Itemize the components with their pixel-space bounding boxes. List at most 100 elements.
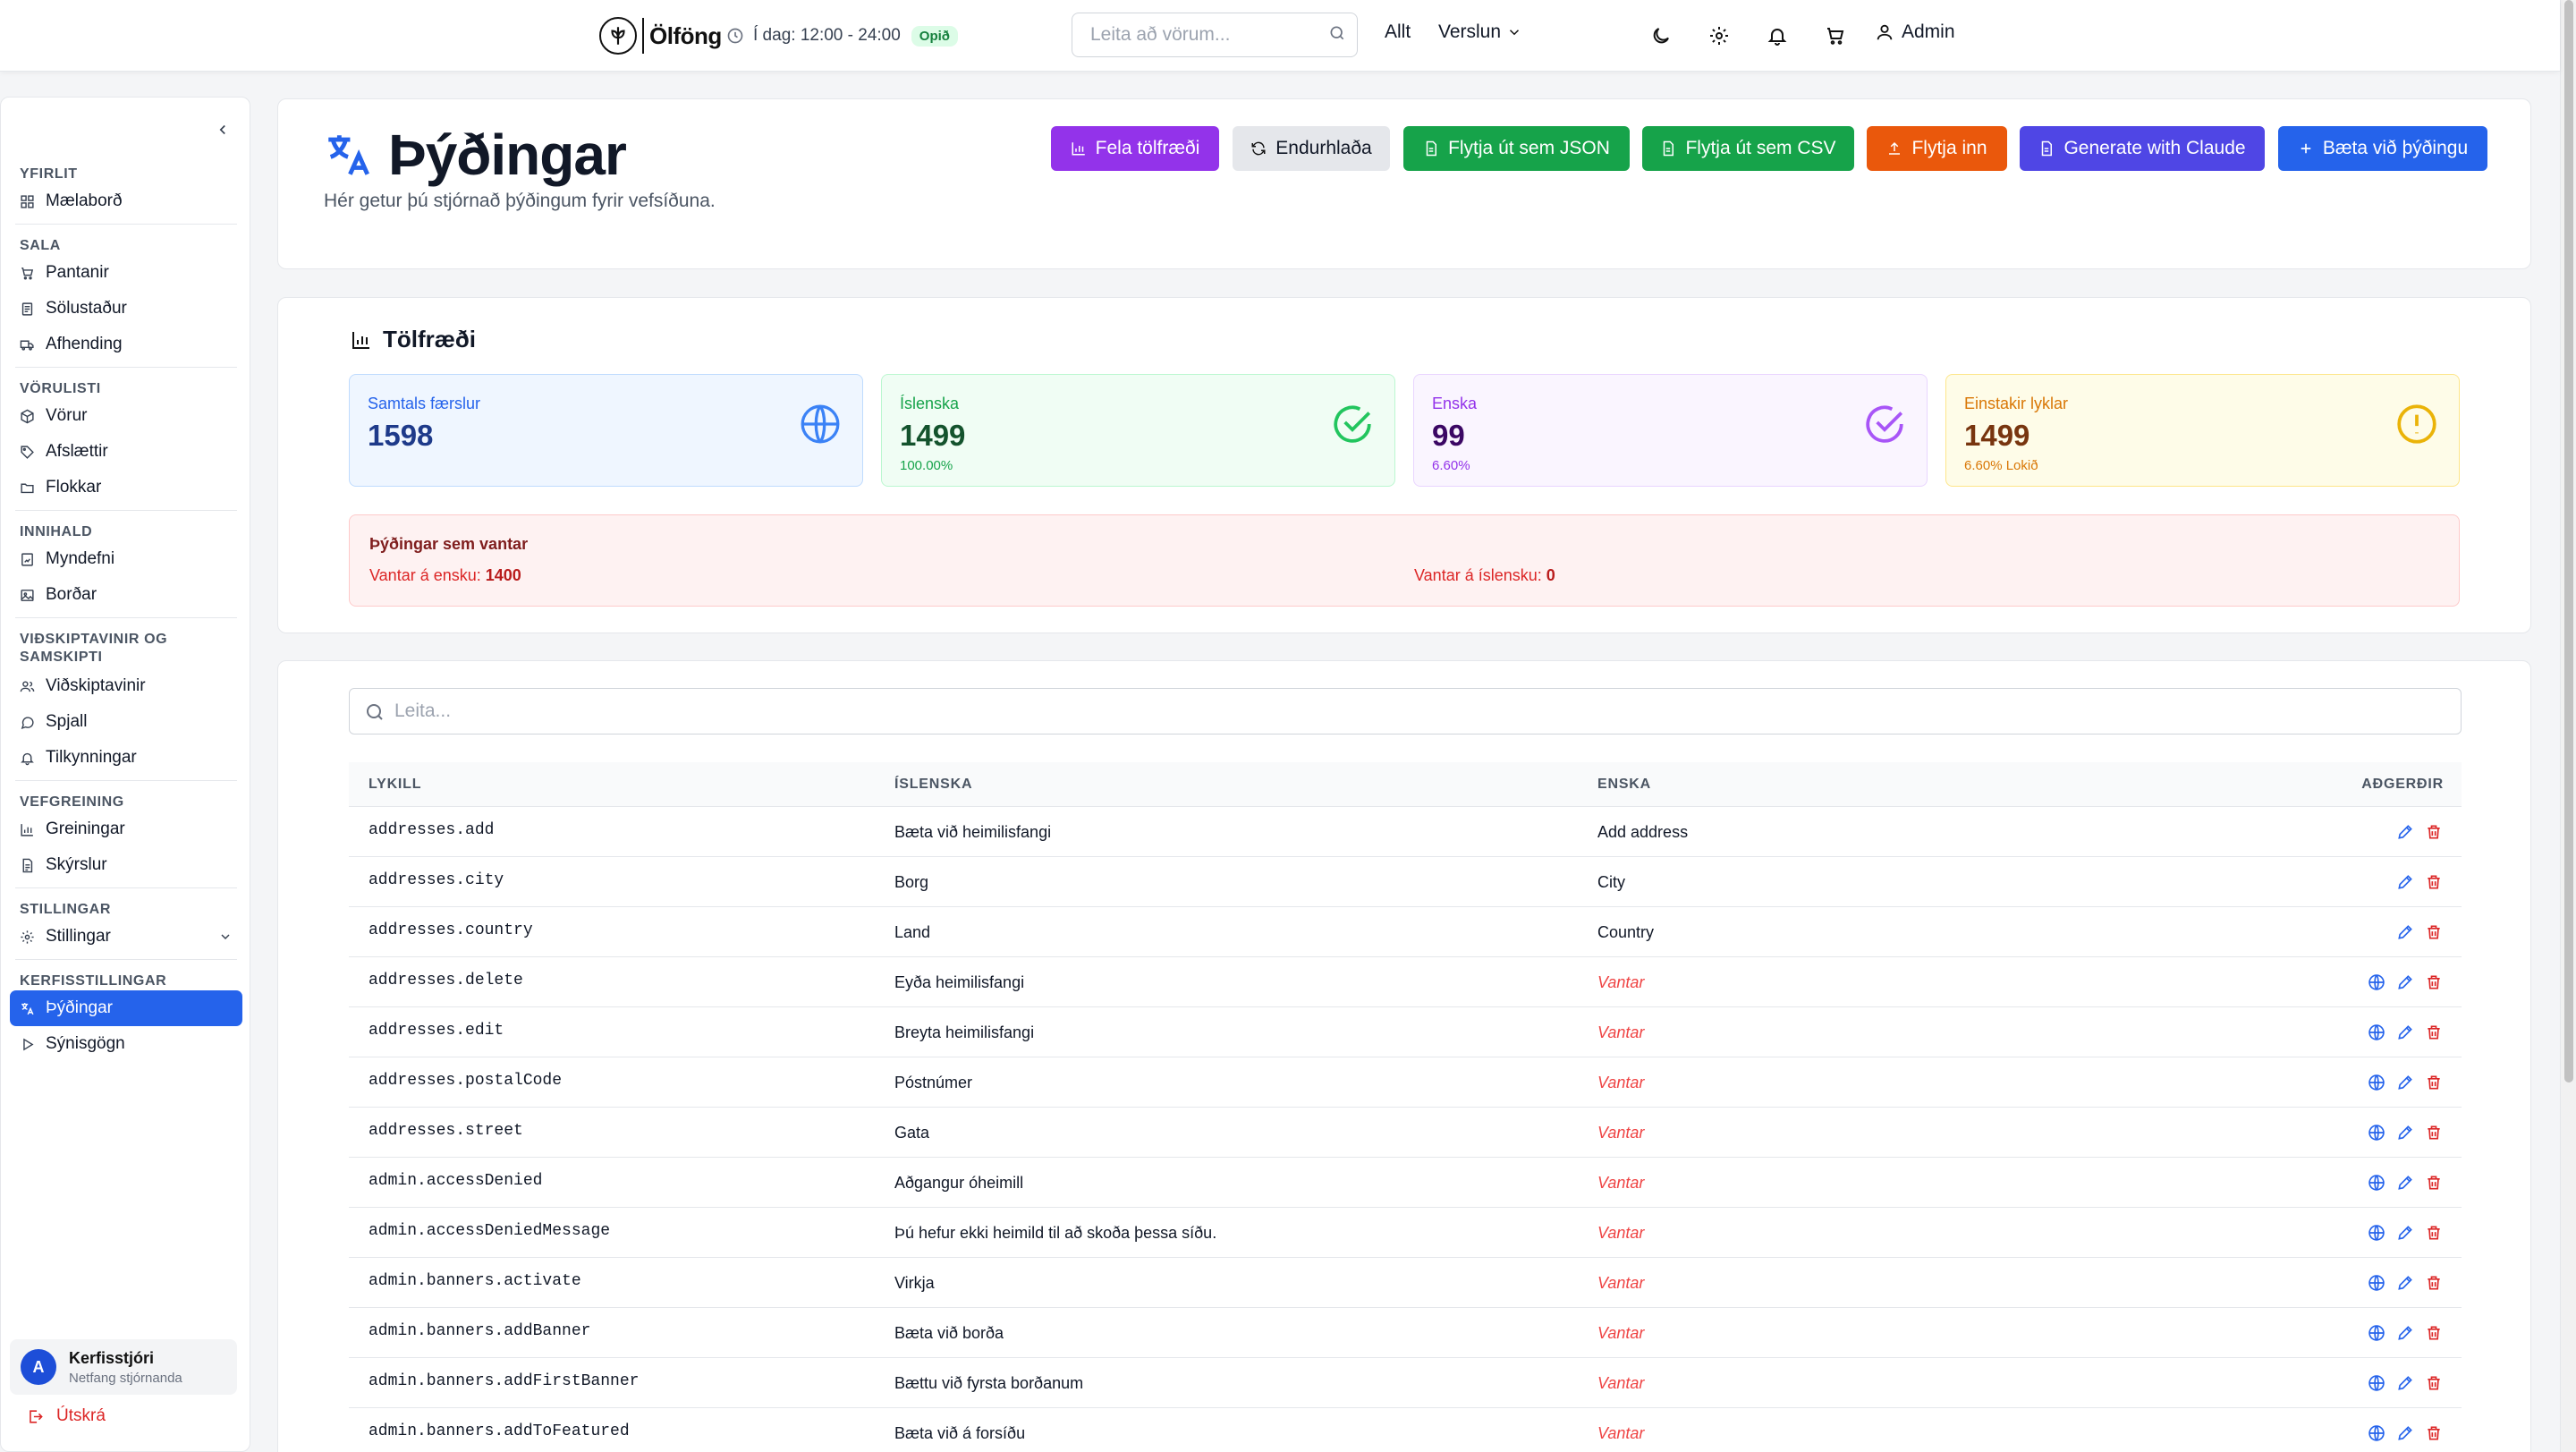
translation-english: Vantar xyxy=(1597,1374,1645,1392)
file-icon xyxy=(1660,140,1676,157)
edit-icon[interactable] xyxy=(2395,822,2415,842)
report-icon xyxy=(20,858,35,873)
trash-icon[interactable] xyxy=(2424,1373,2444,1393)
admin-account-link[interactable]: Admin xyxy=(1875,21,1955,43)
brand-logo[interactable]: Ölföng xyxy=(599,16,722,55)
sidebar-item-media[interactable]: Myndefni xyxy=(10,541,242,577)
sidebar-item-label: Myndefni xyxy=(46,549,115,568)
edit-icon[interactable] xyxy=(2395,1373,2415,1393)
gear-icon xyxy=(20,930,35,945)
sidebar-item-reports[interactable]: Skýrslur xyxy=(10,847,242,883)
sidebar-item-settings[interactable]: Stillingar xyxy=(10,919,242,955)
edit-icon[interactable] xyxy=(2395,872,2415,892)
sidebar-item-categories[interactable]: Flokkar xyxy=(10,470,242,505)
user-info: Kerfisstjóri Netfang stjórnanda xyxy=(69,1349,182,1386)
generate-with-claude-button[interactable]: Generate with Claude xyxy=(2020,126,2265,171)
auto-translate-icon[interactable] xyxy=(2367,1173,2386,1193)
cart-icon[interactable] xyxy=(1823,23,1848,48)
sidebar-item-banners[interactable]: Borðar xyxy=(10,577,242,613)
image-icon xyxy=(20,588,35,603)
trash-icon[interactable] xyxy=(2424,1423,2444,1443)
edit-icon[interactable] xyxy=(2395,1273,2415,1293)
column-header-english[interactable]: ENSKA xyxy=(1597,777,1651,793)
edit-icon[interactable] xyxy=(2395,1023,2415,1042)
trash-icon[interactable] xyxy=(2424,972,2444,992)
translation-english: Add address xyxy=(1597,823,1689,841)
logo-mark-icon xyxy=(599,17,637,55)
edit-icon[interactable] xyxy=(2395,1323,2415,1343)
auto-translate-icon[interactable] xyxy=(2367,972,2386,992)
edit-icon[interactable] xyxy=(2395,1123,2415,1142)
add-translation-button[interactable]: Bæta við þýðingu xyxy=(2278,126,2487,171)
column-header-icelandic[interactable]: ÍSLENSKA xyxy=(894,777,972,793)
trash-icon[interactable] xyxy=(2424,1073,2444,1092)
sidebar-item-analytics[interactable]: Greiningar xyxy=(10,811,242,847)
edit-icon[interactable] xyxy=(2395,922,2415,942)
auto-translate-icon[interactable] xyxy=(2367,1023,2386,1042)
translation-key: addresses.city xyxy=(369,871,504,889)
translation-english: Vantar xyxy=(1597,1224,1645,1242)
refresh-icon xyxy=(1250,140,1267,157)
sidebar-item-products[interactable]: Vörur xyxy=(10,398,242,434)
sidebar-item-delivery[interactable]: Afhending xyxy=(10,327,242,362)
hide-stats-button[interactable]: Fela tölfræði xyxy=(1051,126,1219,171)
collapse-sidebar-icon[interactable] xyxy=(210,117,235,142)
scrollbar-thumb[interactable] xyxy=(2564,0,2573,1083)
translate-icon xyxy=(20,1001,35,1016)
trash-icon[interactable] xyxy=(2424,1173,2444,1193)
gear-icon[interactable] xyxy=(1707,23,1732,48)
trash-icon[interactable] xyxy=(2424,822,2444,842)
sidebar-item-pos[interactable]: Sölustaður xyxy=(10,291,242,327)
trash-icon[interactable] xyxy=(2424,1123,2444,1142)
trash-icon[interactable] xyxy=(2424,1223,2444,1243)
search-icon[interactable] xyxy=(1328,24,1346,42)
sidebar-item-discounts[interactable]: Afslættir xyxy=(10,434,242,470)
sidebar-item-dashboard[interactable]: Mælaborð xyxy=(10,183,242,219)
translation-search-input[interactable] xyxy=(394,689,2434,734)
trash-icon[interactable] xyxy=(2424,1323,2444,1343)
edit-icon[interactable] xyxy=(2395,972,2415,992)
edit-icon[interactable] xyxy=(2395,1223,2415,1243)
page-scrollbar[interactable] xyxy=(2560,0,2576,1452)
missing-title: Þýðingar sem vantar xyxy=(369,535,529,553)
edit-icon[interactable] xyxy=(2395,1173,2415,1193)
trash-icon[interactable] xyxy=(2424,1023,2444,1042)
reload-button[interactable]: Endurhlaða xyxy=(1233,126,1390,171)
missing-translations-box: Þýðingar sem vantar Vantar á ensku: 1400… xyxy=(349,514,2460,607)
logout-icon xyxy=(27,1408,44,1425)
trash-icon[interactable] xyxy=(2424,872,2444,892)
export-csv-label: Flytja út sem CSV xyxy=(1685,138,1836,158)
dark-mode-icon[interactable] xyxy=(1648,23,1674,48)
auto-translate-icon[interactable] xyxy=(2367,1323,2386,1343)
tag-icon xyxy=(20,445,35,460)
auto-translate-icon[interactable] xyxy=(2367,1273,2386,1293)
sidebar-item-chat[interactable]: Spjall xyxy=(10,704,242,740)
sidebar-item-orders[interactable]: Pantanir xyxy=(10,255,242,291)
auto-translate-icon[interactable] xyxy=(2367,1073,2386,1092)
stat-label: Íslenska xyxy=(900,395,960,412)
sidebar-item-customers[interactable]: Viðskiptavinir xyxy=(10,668,242,704)
auto-translate-icon[interactable] xyxy=(2367,1423,2386,1443)
sidebar-item-sample-data[interactable]: Sýnisgögn xyxy=(10,1026,242,1062)
trash-icon[interactable] xyxy=(2424,1273,2444,1293)
import-button[interactable]: Flytja inn xyxy=(1867,126,2007,171)
stat-label: Samtals færslur xyxy=(368,395,481,412)
sidebar-item-notifications[interactable]: Tilkynningar xyxy=(10,740,242,776)
auto-translate-icon[interactable] xyxy=(2367,1123,2386,1142)
nav-store-dropdown[interactable]: Verslun xyxy=(1438,21,1522,43)
nav-all-link[interactable]: Allt xyxy=(1385,21,1411,43)
bell-icon[interactable] xyxy=(1765,23,1790,48)
auto-translate-icon[interactable] xyxy=(2367,1223,2386,1243)
column-header-key[interactable]: LYKILL xyxy=(369,777,421,793)
sidebar-item-translations[interactable]: Þýðingar xyxy=(10,990,242,1026)
translation-english: Vantar xyxy=(1597,1424,1645,1442)
auto-translate-icon[interactable] xyxy=(2367,1373,2386,1393)
product-search-input[interactable] xyxy=(1072,13,1305,56)
export-json-button[interactable]: Flytja út sem JSON xyxy=(1403,126,1630,171)
export-csv-button[interactable]: Flytja út sem CSV xyxy=(1642,126,1854,171)
current-user-card[interactable]: A Kerfisstjóri Netfang stjórnanda xyxy=(10,1339,237,1395)
trash-icon[interactable] xyxy=(2424,922,2444,942)
logout-button[interactable]: Útskrá xyxy=(27,1406,106,1426)
edit-icon[interactable] xyxy=(2395,1073,2415,1092)
edit-icon[interactable] xyxy=(2395,1423,2415,1443)
